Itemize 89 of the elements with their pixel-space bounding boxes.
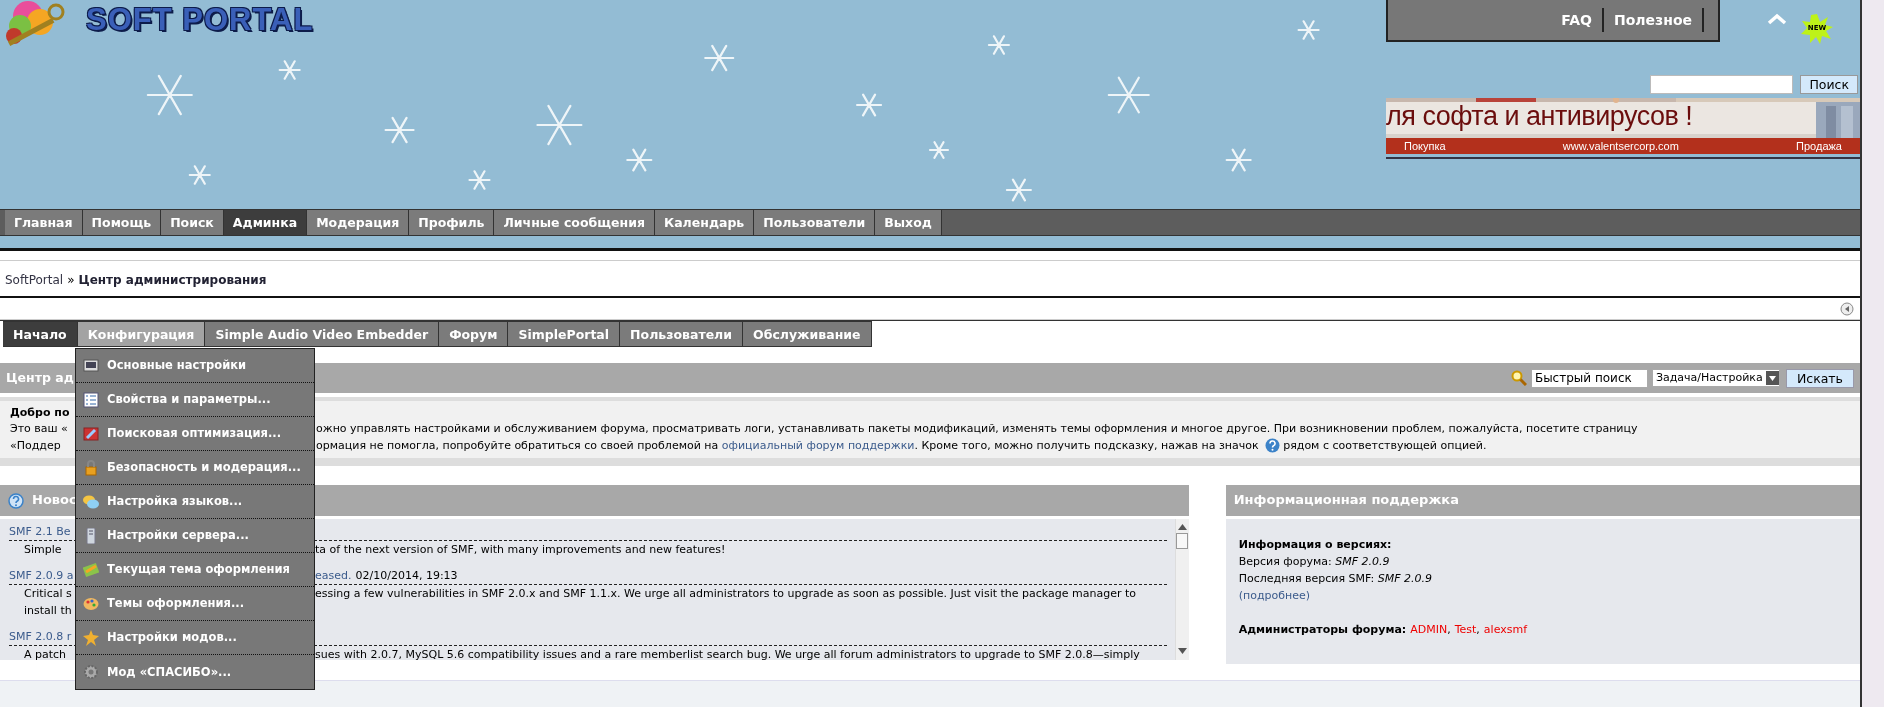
search-field[interactable]: [1650, 75, 1794, 94]
nav-tab[interactable]: Профиль: [409, 210, 495, 235]
admin-tab[interactable]: Обслуживание: [743, 321, 872, 347]
admin-tab[interactable]: Пользователи: [620, 321, 744, 347]
scrollbar[interactable]: [1174, 519, 1189, 661]
news-link[interactable]: SMF 2.0.8 r: [9, 630, 72, 644]
nav-tab[interactable]: Помощь: [82, 210, 162, 235]
comma: ,: [1447, 623, 1451, 637]
search-icon: [1510, 370, 1527, 386]
nav-tab[interactable]: Главная: [5, 210, 83, 235]
panel-title: Информационная поддержка: [1225, 485, 1860, 517]
admin-tab[interactable]: Форум: [439, 321, 509, 347]
info-heading: Информация о версиях:: [1238, 537, 1393, 554]
nav-tab[interactable]: Выход: [875, 210, 942, 235]
banner-text: Продажа: [1796, 138, 1842, 154]
menu-item[interactable]: Поисковая оптимизация...: [76, 417, 314, 451]
arrow-up-icon[interactable]: [1177, 524, 1187, 531]
nav-tab[interactable]: Пользователи: [754, 210, 876, 235]
menu-item[interactable]: Текущая тема оформления: [76, 553, 314, 587]
monitor-icon: [83, 357, 99, 374]
collapse-icon[interactable]: [1840, 301, 1854, 316]
menu-item[interactable]: Темы оформления...: [76, 587, 314, 621]
admin-tab[interactable]: SimplePortal: [508, 321, 621, 347]
comma: ,: [1476, 623, 1480, 637]
menu-item[interactable]: Основные настройки: [76, 349, 314, 383]
nav-tab[interactable]: Календарь: [654, 210, 755, 235]
news-date: 02/10/2014, 19:13: [355, 568, 458, 585]
news-text: ta of the next version of SMF, with many improvements and new features!: [315, 542, 726, 559]
admins-label: Администраторы форума:: [1238, 623, 1407, 637]
menu-item[interactable]: Свойства и параметры...: [76, 383, 314, 417]
welcome-text: ормация не помогла, попробуйте обратиться со своей проблемой на официальный форум поддержки. Кроме того, можно получить подсказку, нажав на значок рядом с соответствующей опцией.: [316, 437, 1487, 455]
advert-banner[interactable]: ля софта и антивирусов ! Покупка www.valentsercorp.com Продажа: [1386, 98, 1860, 159]
news-text: A patch: [24, 648, 67, 661]
news-link[interactable]: eased.: [315, 567, 352, 585]
server-icon: [83, 527, 99, 544]
news-text: essing a few vulnerabilities in SMF 2.0.x and SMF 1.1.x. We urge all administrators to upgrade as soon as possible. Just visit the package manager to: [315, 586, 1136, 603]
scroll-thumb[interactable]: [1176, 533, 1189, 550]
admin-tab[interactable]: Конфигурация: [77, 321, 206, 347]
menu-item[interactable]: Мод «СПАСИБО»...: [76, 655, 314, 689]
news-text: install th: [24, 604, 72, 618]
search-button[interactable]: Искать: [1785, 368, 1854, 388]
task-select[interactable]: Задача/Настройка: [1651, 369, 1780, 387]
banner-url: www.valentsercorp.com: [1562, 138, 1679, 154]
menu-item[interactable]: Безопасность и модерация...: [76, 451, 314, 485]
top-link[interactable]: FAQ: [1551, 8, 1604, 32]
welcome-text: ожно управлять настройками и обслуживанием форума, просматривать логи, устанавливать пакеты модификаций, изменять темы оформления и многое другое. При возникновении проблем, пожалуйста, посетите страницу: [316, 421, 1638, 438]
quick-search-field[interactable]: Быстрый поиск: [1530, 368, 1648, 388]
welcome-title: Добро по: [10, 406, 71, 421]
admin-tab[interactable]: Начало: [3, 321, 78, 347]
version-info: Версия форума: SMF 2.0.9: [1238, 554, 1391, 571]
gear-icon: [83, 664, 99, 680]
nav-tab[interactable]: Модерация: [307, 210, 410, 235]
news-text: sues with 2.0.7, MySQL 5.6 compatibility issues and a rare memberlist search bug. We urge all forum administrators to upgrade to SMF 2.0.8—simply: [315, 647, 1140, 661]
padlock-icon: [83, 459, 99, 476]
details-link[interactable]: (подробнее): [1238, 587, 1311, 605]
admin-link[interactable]: alexsmf: [1483, 623, 1528, 637]
top-link[interactable]: Полезное: [1604, 8, 1704, 32]
breadcrumb-current: Центр администрирования: [78, 273, 267, 287]
arrow-down-icon[interactable]: [1177, 648, 1187, 655]
help-icon: [8, 492, 24, 509]
news-link[interactable]: SMF 2.0.9 a: [9, 569, 74, 583]
support-forum-link[interactable]: официальный форум поддержки: [721, 437, 915, 455]
palette-icon: [83, 595, 99, 612]
search-button[interactable]: Поиск: [1800, 75, 1858, 94]
panel-title: Новос: [32, 492, 77, 510]
banner-text: Покупка: [1404, 138, 1446, 154]
logo-text: SOFT PORTAL: [86, 4, 314, 35]
nav-tab[interactable]: Админка: [223, 210, 308, 235]
caret-icon: [1765, 371, 1779, 385]
welcome-text: Это ваш «: [10, 422, 68, 436]
menu-item[interactable]: Настройки модов...: [76, 621, 314, 655]
menu-item[interactable]: Настройка языков...: [76, 485, 314, 519]
section-title: Центр ад: [6, 369, 74, 387]
admin-tab[interactable]: Simple Audio Video Embedder: [205, 321, 440, 347]
news-text: Critical s: [24, 587, 72, 601]
news-link[interactable]: SMF 2.1 Be: [9, 525, 71, 539]
speech-bubbles-icon: [83, 493, 99, 510]
welcome-text: «Поддер: [10, 439, 61, 453]
breadcrumb-separator: »: [67, 273, 75, 287]
version-info: Последняя версия SMF: SMF 2.0.9: [1238, 571, 1434, 588]
star-icon: [83, 629, 99, 646]
list-icon: [83, 391, 99, 408]
news-text: Simple: [24, 543, 62, 557]
nav-tab[interactable]: Поиск: [161, 210, 224, 235]
menu-item[interactable]: Настройки сервера...: [76, 519, 314, 553]
nav-tab[interactable]: Личные сообщения: [494, 210, 655, 235]
breadcrumb-link[interactable]: SoftPortal: [5, 273, 64, 287]
banner-headline: ля софта и антивирусов !: [1386, 103, 1693, 130]
help-icon: [1265, 438, 1281, 454]
